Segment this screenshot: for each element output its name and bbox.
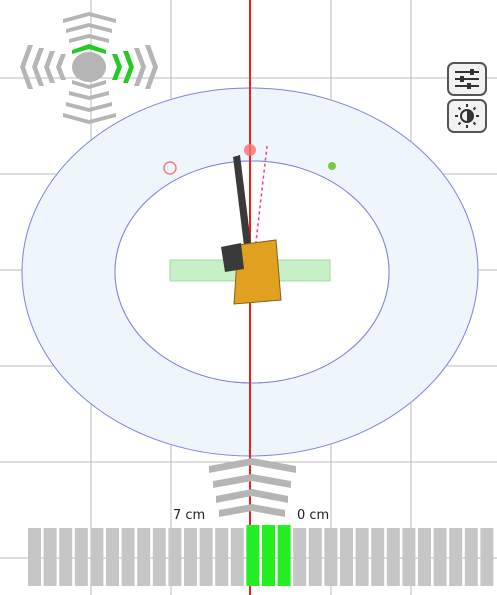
steering-arrows-icon xyxy=(20,12,158,124)
lightbar-segment xyxy=(74,528,88,586)
lightbar-segment xyxy=(340,528,353,586)
lightbar-segment xyxy=(230,528,244,586)
lightbar-segment-active xyxy=(262,525,275,586)
lightbar-segment xyxy=(293,528,307,586)
lightbar-segment xyxy=(137,528,151,586)
lightbar-segment xyxy=(418,528,431,586)
lightbar-segment xyxy=(59,528,73,586)
lightbar-segment xyxy=(90,528,104,586)
lightbar-segment xyxy=(152,528,166,586)
lightbar-segment xyxy=(464,528,478,586)
lightbar-segment xyxy=(215,528,229,586)
lightbar-segment xyxy=(386,528,400,586)
right-offset-label: 0 cm xyxy=(297,508,330,523)
brightness-icon xyxy=(455,104,479,128)
lightbar-segment xyxy=(28,528,41,586)
lightbar-segment-active xyxy=(246,525,260,586)
lightbar-segment xyxy=(449,528,463,586)
lightbar-segment xyxy=(43,528,57,586)
lightbar-segment xyxy=(199,528,213,586)
lightbar-segment-active xyxy=(277,525,291,586)
left-offset-label: 7 cm xyxy=(173,508,206,523)
lightbar-segment xyxy=(184,528,197,586)
lightbar-segment xyxy=(355,528,369,586)
lightbar-segment xyxy=(433,528,447,586)
target-point-marker xyxy=(244,144,256,156)
waypoint-marker-right xyxy=(328,162,336,170)
lightbar-segment xyxy=(308,528,322,586)
display-brightness-button[interactable] xyxy=(447,99,487,133)
lightbar-segment xyxy=(371,528,385,586)
implement-block xyxy=(221,243,244,272)
lightbar-segment xyxy=(480,528,494,586)
lightbar-segment xyxy=(324,528,338,586)
lightbar-segment xyxy=(121,528,135,586)
lightbar-segment xyxy=(106,528,119,586)
guidance-map[interactable] xyxy=(0,0,497,595)
lightbar-segment xyxy=(168,528,182,586)
sliders-icon xyxy=(455,69,479,89)
lightbar xyxy=(28,525,494,586)
chevron-up-stack-icon xyxy=(209,458,296,517)
settings-button[interactable] xyxy=(447,62,487,96)
lightbar-segment xyxy=(402,528,416,586)
